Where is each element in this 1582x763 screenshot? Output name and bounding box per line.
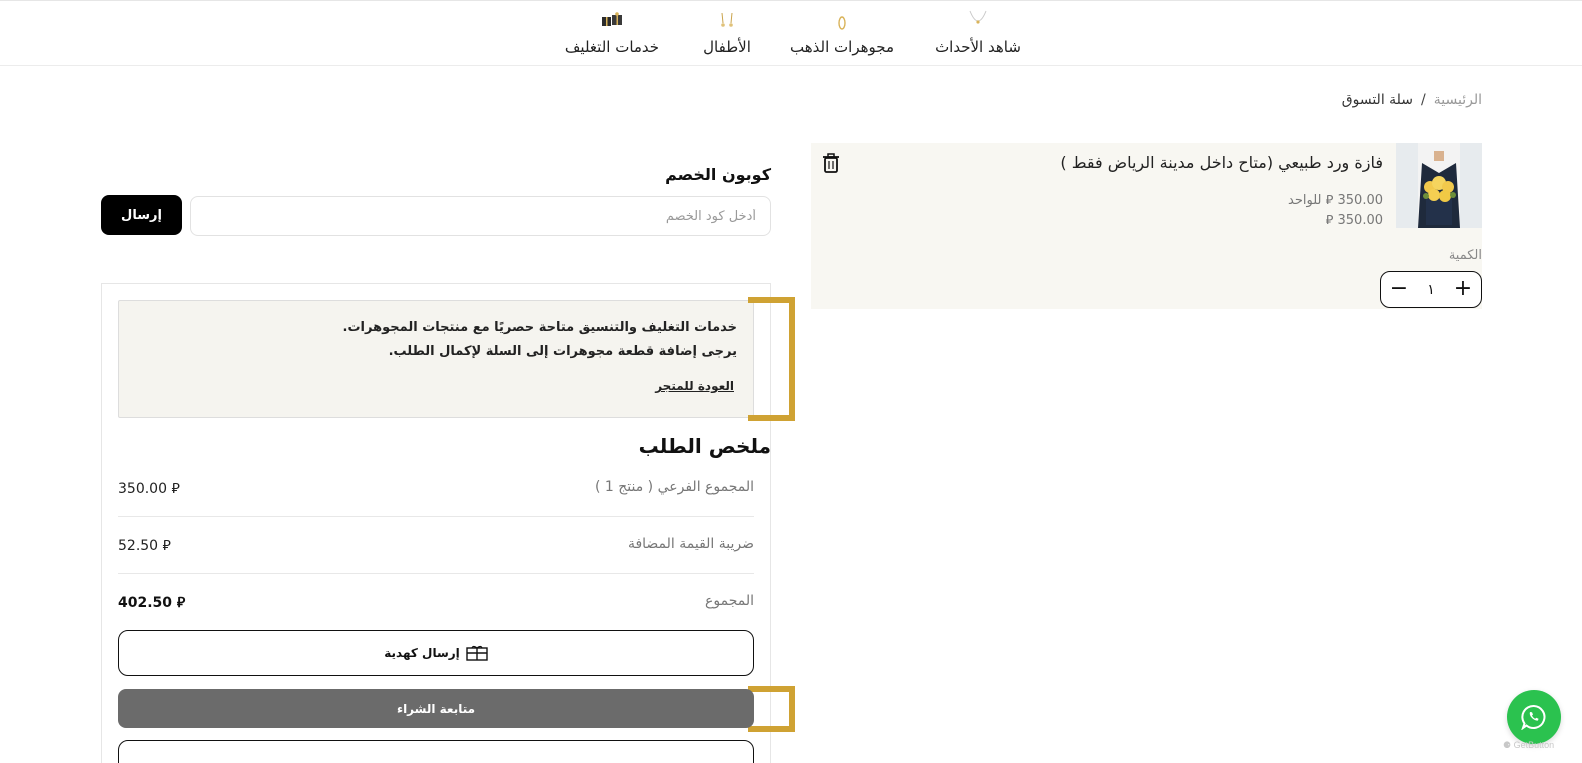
send-as-gift-label: إرسال كهدية: [384, 646, 460, 660]
highlight-bracket: [748, 297, 795, 421]
subtotal-row: المجموع الفرعي ( منتج 1 ) ⃁ 350.00: [118, 477, 754, 501]
send-as-gift-button[interactable]: إرسال كهدية: [118, 630, 754, 676]
packaging-notice: خدمات التغليف والتنسيق متاحة حصريًا مع م…: [118, 300, 754, 418]
quantity-value[interactable]: ١: [1427, 282, 1435, 298]
nav-item-label: شاهد الأحداث: [935, 38, 1021, 56]
ring-icon: [838, 16, 846, 30]
getbutton-credit-text: GetButton: [1513, 740, 1555, 750]
nav-item-label: خدمات التغليف: [564, 38, 660, 56]
riyal-currency-icon: ⃁: [171, 481, 180, 497]
unit-price-value: 350.00: [1337, 193, 1384, 208]
quantity-label: الكمية: [1448, 248, 1482, 263]
trash-icon[interactable]: [823, 153, 839, 173]
riyal-currency-icon: ⃁: [162, 538, 171, 554]
nav-item-gold-jewelry[interactable]: مجوهرات الذهب: [787, 9, 897, 59]
riyal-currency-icon: ⃁: [176, 595, 186, 611]
notice-text-line1: خدمات التغليف والتنسيق متاحة حصريًا مع م…: [342, 320, 737, 335]
gift-icon: [466, 645, 488, 661]
nav-item-events[interactable]: شاهد الأحداث: [930, 9, 1026, 59]
getbutton-credit: ⚈ GetButton: [1503, 740, 1555, 750]
nav-item-packaging[interactable]: خدمات التغليف: [560, 9, 664, 59]
breadcrumb-separator: /: [1421, 92, 1426, 108]
coupon-submit-button[interactable]: إرسال: [101, 195, 182, 235]
vat-value: 52.50: [118, 538, 159, 554]
earrings-icon: [721, 12, 733, 27]
product-image[interactable]: [1396, 143, 1482, 228]
quantity-increase-button[interactable]: +: [1453, 277, 1473, 300]
product-name[interactable]: فازة ورد طبيعي (متاح داخل مدينة الرياض ف…: [1060, 153, 1383, 172]
nav-item-kids[interactable]: الأطفال: [697, 9, 757, 59]
line-price: 350.00 ⃁: [1326, 211, 1383, 228]
subtotal-value: 350.00: [118, 481, 167, 497]
vat-label: ضريبة القيمة المضافة: [627, 536, 754, 552]
divider: [118, 516, 754, 517]
unit-price-suffix: للواحد: [1288, 193, 1322, 208]
total-value-wrap: ⃁ 402.50: [118, 593, 185, 611]
subtotal-value-wrap: ⃁ 350.00: [118, 479, 180, 497]
checkout-button[interactable]: متابعة الشراء: [118, 689, 754, 728]
gift-box-icon: [602, 12, 622, 26]
back-to-store-button[interactable]: العودة للمتجر: [118, 740, 754, 763]
order-summary-title: ملخص الطلب: [638, 434, 771, 458]
notice-text-line2: يرجى إضافة قطعة مجوهرات إلى السلة لإكمال…: [388, 344, 737, 359]
quantity-stepper: + ١ −: [1380, 271, 1482, 308]
whatsapp-chat-button[interactable]: [1507, 690, 1561, 744]
breadcrumb-home-link[interactable]: الرئيسية: [1434, 92, 1482, 108]
divider: [118, 573, 754, 574]
total-value: 402.50: [118, 595, 173, 611]
cart-item-card: فازة ورد طبيعي (متاح داخل مدينة الرياض ف…: [811, 143, 1482, 309]
riyal-currency-icon: ⃁: [1325, 193, 1334, 208]
necklace-icon: [969, 10, 987, 24]
subtotal-label: المجموع الفرعي ( منتج 1 ): [594, 479, 754, 495]
coupon-code-input[interactable]: [190, 196, 771, 236]
vat-row: ضريبة القيمة المضافة ⃁ 52.50: [118, 534, 754, 558]
unit-price: 350.00 ⃁ للواحد: [1288, 191, 1383, 208]
breadcrumb-current: سلة التسوق: [1341, 92, 1414, 108]
nav-item-label: الأطفال: [703, 38, 751, 56]
top-navigation: شاهد الأحداث مجوهرات الذهب الأطفال خدمات…: [0, 0, 1582, 66]
whatsapp-icon: [1521, 705, 1546, 730]
coupon-title: كوبون الخصم: [665, 165, 771, 184]
line-price-value: 350.00: [1337, 213, 1384, 228]
nav-item-label: مجوهرات الذهب: [790, 38, 894, 56]
total-row: المجموع ⃁ 402.50: [118, 591, 754, 615]
total-label: المجموع: [705, 593, 754, 609]
riyal-currency-icon: ⃁: [1325, 213, 1334, 228]
back-to-store-link[interactable]: العودة للمتجر: [655, 379, 734, 393]
vat-value-wrap: ⃁ 52.50: [118, 536, 171, 554]
highlight-bracket: [748, 686, 795, 732]
breadcrumb: الرئيسية / سلة التسوق: [1342, 92, 1482, 108]
quantity-decrease-button[interactable]: −: [1389, 277, 1409, 300]
